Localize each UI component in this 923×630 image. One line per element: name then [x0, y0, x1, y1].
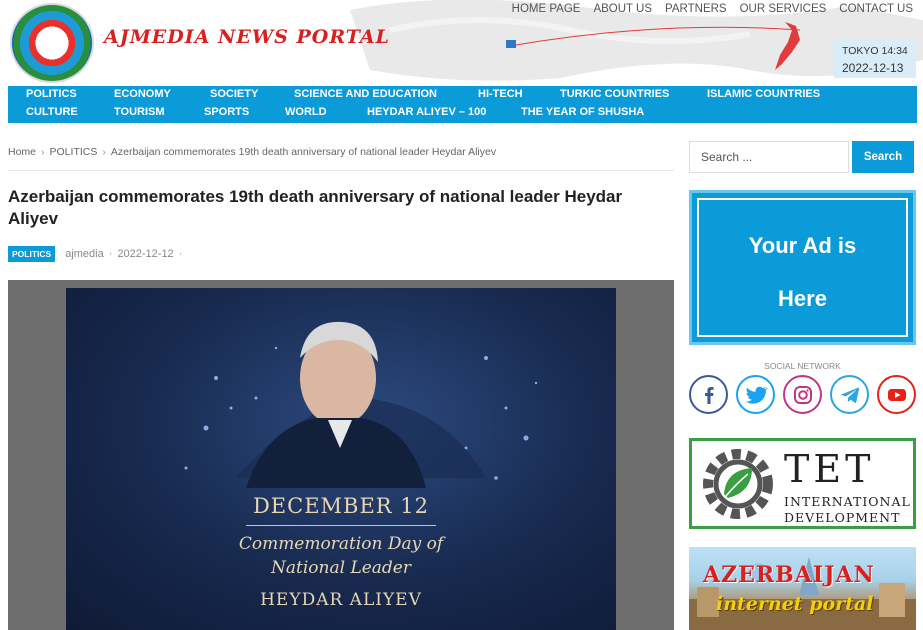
clock-date: 2022-12-13	[842, 61, 904, 75]
nav-society[interactable]: SOCIETY	[210, 88, 258, 100]
ad-line-1: Your Ad is	[748, 233, 857, 258]
telegram-icon	[840, 387, 859, 403]
tet-logo-text: TET	[784, 447, 875, 491]
site-logo-text[interactable]: AJMEDIA NEWS PORTAL	[104, 26, 390, 48]
nav-sports[interactable]: SPORTS	[204, 106, 249, 118]
nav-heydar-aliyev-100[interactable]: HEYDAR ALIYEV – 100	[367, 106, 486, 118]
nav-science-education[interactable]: SCIENCE AND EDUCATION	[294, 88, 437, 100]
top-nav-about[interactable]: ABOUT US	[593, 3, 652, 15]
nav-hi-tech[interactable]: HI-TECH	[478, 88, 523, 100]
site-header: AJMEDIA NEWS PORTAL HOME PAGE ABOUT US P…	[0, 0, 923, 86]
commemoration-poster: DECEMBER 12 Commemoration Day of Nationa…	[66, 288, 616, 630]
article-meta: POLITICS ajmedia · 2022-12-12 ·	[8, 246, 187, 262]
breadcrumb-category[interactable]: POLITICS	[50, 146, 98, 158]
breadcrumb-home[interactable]: Home	[8, 146, 36, 158]
instagram-link[interactable]	[783, 375, 822, 414]
youtube-icon	[887, 388, 906, 401]
tet-subtitle-2: DEVELOPMENT	[784, 510, 901, 525]
breadcrumb: Home › POLITICS › Azerbaijan commemorates 19…	[8, 146, 496, 158]
nav-row-1: POLITICS ECONOMY SOCIETY SCIENCE AND EDU…	[8, 86, 917, 104]
social-network-title: SOCIAL NETWORK	[764, 361, 841, 371]
divider	[8, 170, 674, 171]
poster-name: HEYDAR ALIYEV	[260, 590, 422, 610]
top-nav-contact[interactable]: CONTACT US	[839, 3, 913, 15]
category-navigation: POLITICS ECONOMY SOCIETY SCIENCE AND EDU…	[8, 86, 917, 123]
advertisement-banner[interactable]: Your Ad is Here	[689, 190, 916, 345]
azerbaijan-portal-banner[interactable]: AZERBAIJAN internet portal	[689, 547, 916, 630]
poster-artwork	[184, 321, 538, 488]
category-badge[interactable]: POLITICS	[8, 246, 56, 262]
tet-subtitle-1: INTERNATIONAL	[784, 494, 911, 509]
nav-row-2: CULTURE TOURISM SPORTS WORLD HEYDAR ALIY…	[8, 104, 917, 122]
nav-tourism[interactable]: TOURISM	[114, 106, 165, 118]
tet-banner[interactable]: TET INTERNATIONAL DEVELOPMENT	[689, 438, 916, 529]
facebook-link[interactable]	[689, 375, 728, 414]
breadcrumb-separator-icon: ›	[102, 146, 106, 158]
portal-subtitle: internet portal	[716, 593, 874, 615]
article-author[interactable]: ajmedia	[65, 248, 104, 260]
nav-economy[interactable]: ECONOMY	[114, 88, 171, 100]
twitter-link[interactable]	[736, 375, 775, 414]
nav-islamic-countries[interactable]: ISLAMIC COUNTRIES	[707, 88, 820, 100]
poster-subtitle-1: Commemoration Day of	[238, 534, 444, 554]
search-input[interactable]	[689, 141, 849, 173]
social-links	[689, 375, 916, 414]
article-title: Azerbaijan commemorates 19th death anniv…	[8, 187, 623, 228]
nav-year-of-shusha[interactable]: THE YEAR OF SHUSHA	[521, 106, 644, 118]
featured-image: DECEMBER 12 Commemoration Day of Nationa…	[8, 280, 674, 630]
instagram-icon	[793, 385, 812, 404]
top-nav-home[interactable]: HOME PAGE	[512, 3, 581, 15]
portal-title: AZERBAIJAN	[703, 562, 875, 588]
site-logo[interactable]	[10, 3, 94, 83]
youtube-link[interactable]	[877, 375, 916, 414]
portal-landscape	[689, 557, 916, 630]
poster-date: DECEMBER 12	[252, 494, 430, 518]
telegram-link[interactable]	[830, 375, 869, 414]
breadcrumb-separator-icon: ›	[41, 146, 45, 158]
top-nav-services[interactable]: OUR SERVICES	[740, 3, 827, 15]
nav-turkic-countries[interactable]: TURKIC COUNTRIES	[560, 88, 669, 100]
gear-leaf-icon	[703, 449, 773, 519]
ad-line-2: Here	[778, 286, 827, 311]
nav-world[interactable]: WORLD	[285, 106, 327, 118]
top-nav-partners[interactable]: PARTNERS	[665, 3, 727, 15]
ad-text: Your Ad is Here	[692, 219, 913, 325]
facebook-icon	[704, 386, 714, 404]
poster-divider	[246, 525, 436, 526]
meta-separator: ·	[178, 248, 183, 260]
twitter-icon	[745, 386, 768, 404]
clock-city-time: TOKYO 14:34	[842, 45, 908, 57]
nav-politics[interactable]: POLITICS	[26, 88, 77, 100]
poster-subtitle-2: National Leader	[271, 558, 411, 578]
top-navigation: HOME PAGE ABOUT US PARTNERS OUR SERVICES…	[512, 3, 913, 15]
nav-culture[interactable]: CULTURE	[26, 106, 78, 118]
search-button[interactable]: Search	[852, 141, 914, 173]
article-date: 2022-12-12	[117, 248, 174, 260]
world-clock: TOKYO 14:34 2022-12-13	[834, 40, 916, 78]
breadcrumb-current: Azerbaijan commemorates 19th death anniv…	[110, 146, 497, 158]
meta-separator: ·	[108, 248, 113, 260]
